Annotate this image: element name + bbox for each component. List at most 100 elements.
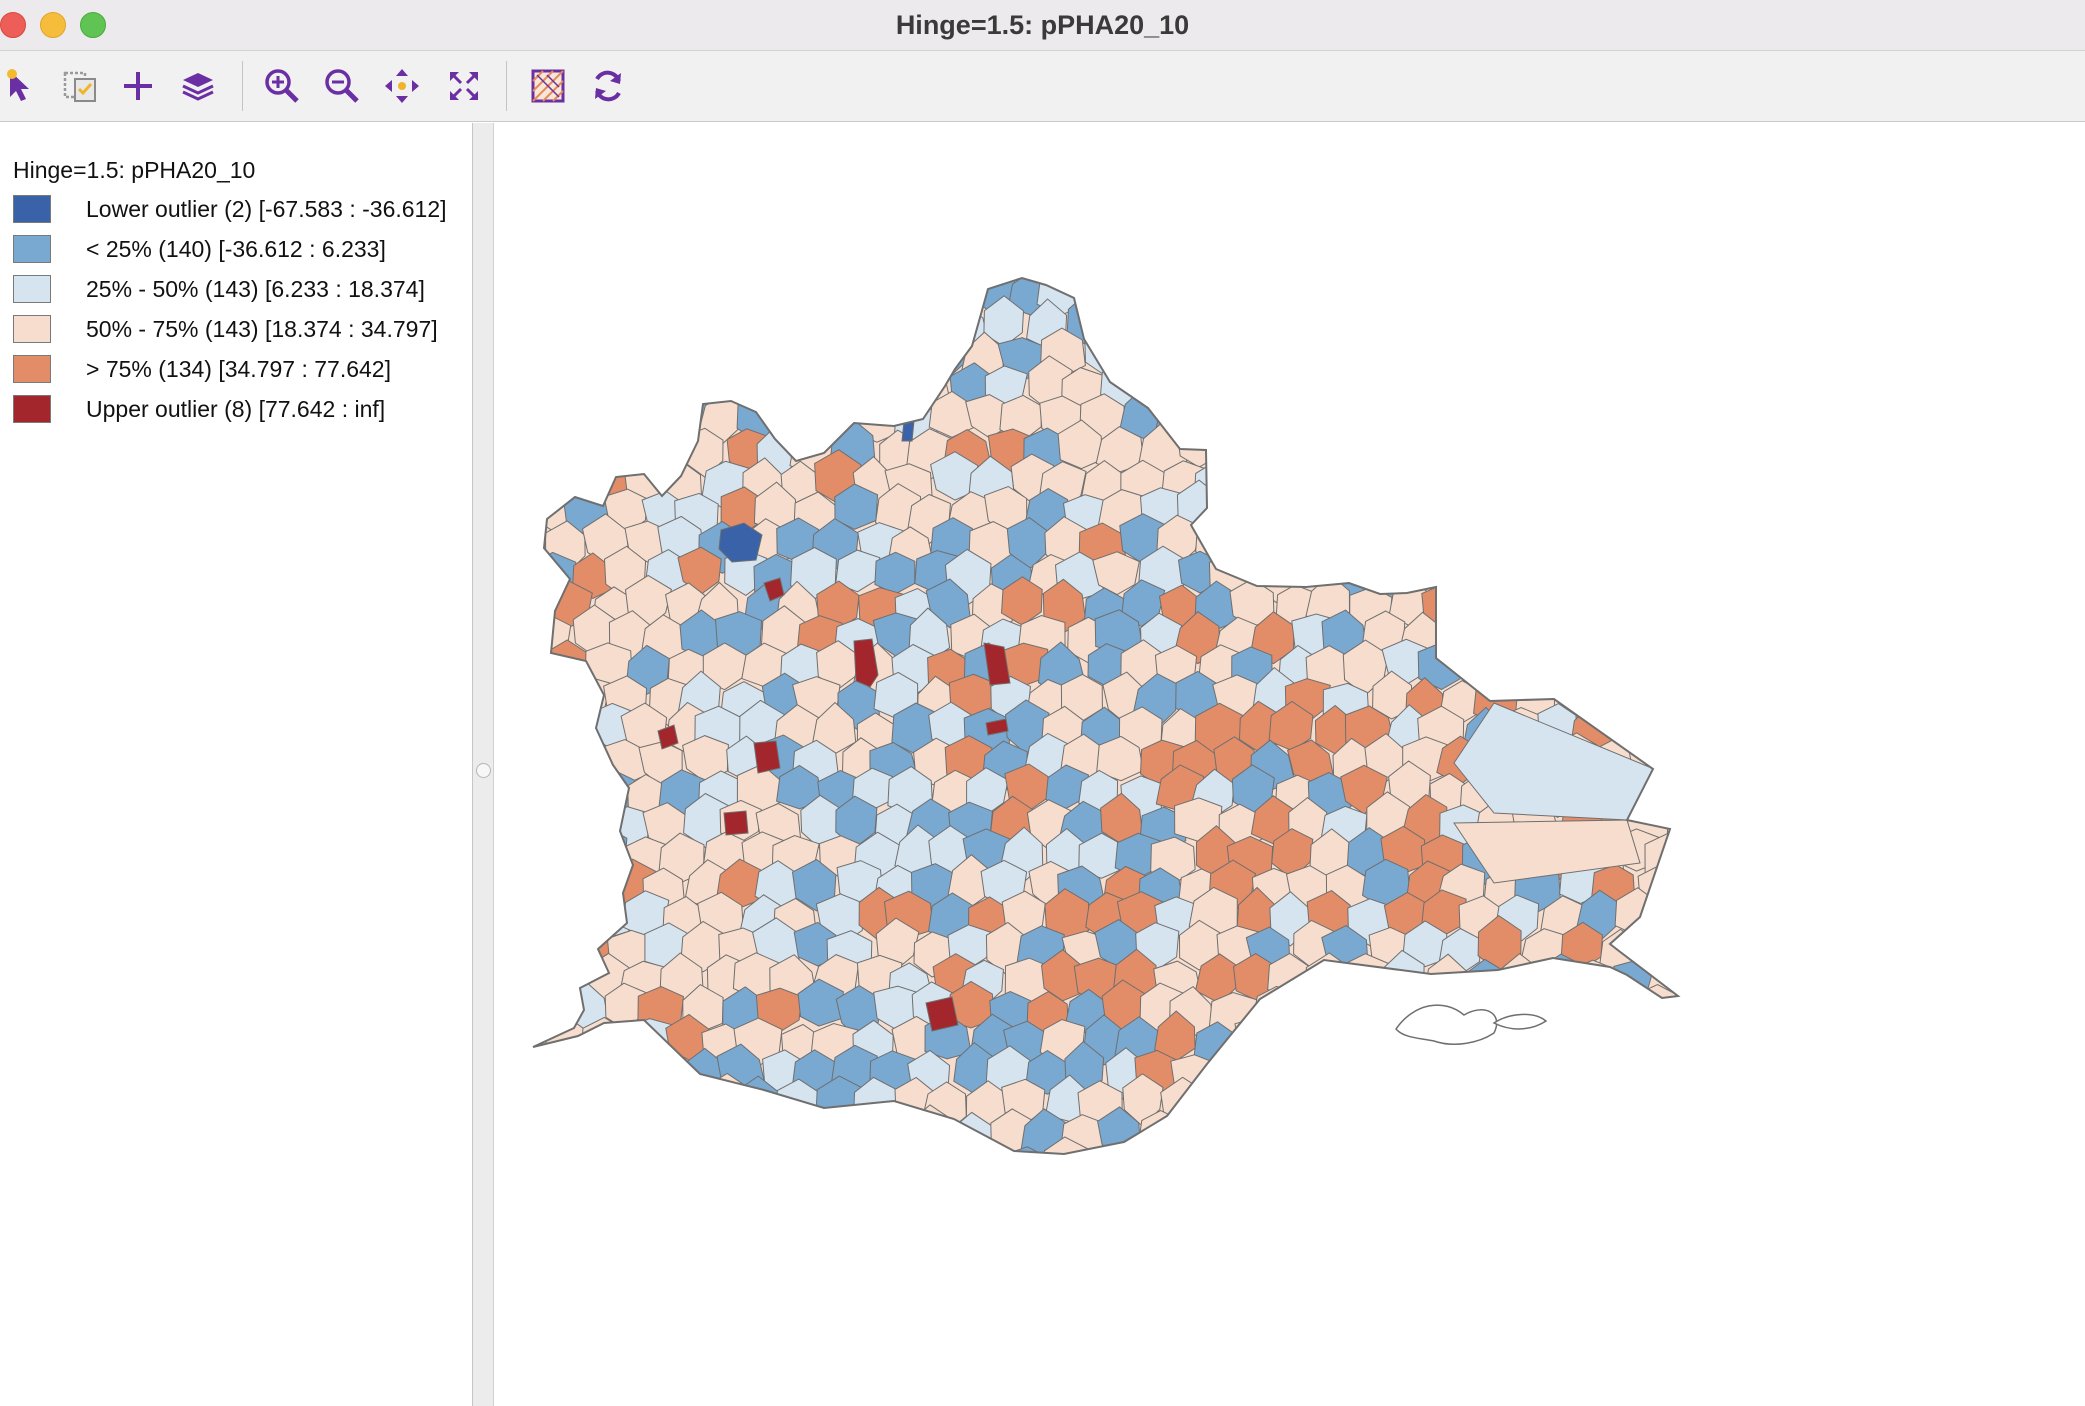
municipality-region[interactable] <box>1952 837 1996 885</box>
municipality-region[interactable] <box>1865 240 1911 291</box>
municipality-region[interactable] <box>1708 792 1751 844</box>
municipality-region[interactable] <box>2005 1111 2049 1157</box>
municipality-region[interactable] <box>725 300 767 350</box>
municipality-region[interactable] <box>1542 454 1586 512</box>
municipality-region[interactable] <box>1540 1013 1586 1065</box>
municipality-region[interactable] <box>687 1106 730 1156</box>
municipality-region[interactable] <box>494 984 542 1033</box>
municipality-region[interactable] <box>1703 743 1751 790</box>
municipality-region[interactable] <box>533 1048 576 1106</box>
selection-shape-button[interactable] <box>58 64 102 108</box>
municipality-region[interactable] <box>549 332 596 381</box>
municipality-region[interactable] <box>1215 302 1264 351</box>
municipality-region[interactable] <box>611 239 656 285</box>
municipality-region[interactable] <box>506 267 552 318</box>
municipality-region[interactable] <box>1975 357 2023 408</box>
municipality-region[interactable] <box>878 1108 924 1159</box>
municipality-region[interactable] <box>514 579 560 632</box>
municipality-region[interactable] <box>1786 307 1830 355</box>
municipality-region[interactable] <box>1845 333 1888 382</box>
municipality-region[interactable] <box>1764 331 1808 386</box>
municipality-region[interactable] <box>1959 578 2001 626</box>
municipality-region[interactable] <box>1103 308 1152 357</box>
municipality-region[interactable] <box>1951 766 1995 817</box>
municipality-region[interactable] <box>849 1140 896 1188</box>
municipality-region[interactable] <box>771 273 816 320</box>
municipality-region[interactable] <box>1877 396 1920 446</box>
municipality-region[interactable] <box>1920 1148 1965 1198</box>
municipality-region[interactable] <box>1974 428 2021 474</box>
municipality-region[interactable] <box>1744 917 1785 972</box>
municipality-region[interactable] <box>1763 525 1811 570</box>
municipality-region[interactable] <box>1858 1113 1903 1157</box>
municipality-region[interactable] <box>589 1078 633 1129</box>
municipality-region[interactable] <box>947 244 992 291</box>
municipality-region[interactable] <box>1672 1103 1711 1159</box>
municipality-region[interactable] <box>1209 1051 1253 1100</box>
municipality-region[interactable] <box>499 1048 542 1094</box>
municipality-region[interactable] <box>1534 576 1582 626</box>
municipality-region[interactable] <box>902 303 950 351</box>
municipality-region[interactable] <box>494 745 532 786</box>
municipality-region[interactable] <box>1610 1142 1655 1190</box>
legend-item-q2[interactable]: 25% - 50% (143) [6.233 : 18.374] <box>13 273 425 305</box>
legend-item-lower-outlier[interactable]: Lower outlier (2) [-67.583 : -36.612] <box>13 193 447 225</box>
municipality-region[interactable] <box>1932 926 1979 977</box>
municipality-region[interactable] <box>1742 984 1785 1032</box>
refresh-button[interactable] <box>586 64 630 108</box>
municipality-region[interactable] <box>1797 955 1842 1005</box>
municipality-region[interactable] <box>1577 1147 1621 1191</box>
municipality-region[interactable] <box>1803 892 1849 945</box>
municipality-region[interactable] <box>1428 1142 1467 1192</box>
municipality-region[interactable] <box>1305 457 1352 510</box>
municipality-region[interactable] <box>831 1114 873 1159</box>
municipality-region[interactable] <box>1883 764 1924 809</box>
municipality-region[interactable] <box>2067 1020 2085 1073</box>
municipality-region[interactable] <box>1728 642 1774 686</box>
municipality-region[interactable] <box>1766 1012 1810 1066</box>
municipality-region[interactable] <box>751 236 800 284</box>
municipality-region[interactable] <box>1123 1136 1166 1187</box>
municipality-region[interactable] <box>1877 952 1921 1002</box>
municipality-region[interactable] <box>584 1145 632 1193</box>
municipality-region[interactable] <box>739 334 787 380</box>
municipality-region[interactable] <box>2007 741 2052 786</box>
municipality-region[interactable] <box>1676 302 1719 348</box>
municipality-region[interactable] <box>660 268 706 321</box>
municipality-region[interactable] <box>573 243 619 294</box>
municipality-region[interactable] <box>1513 611 1556 663</box>
municipality-region[interactable] <box>1818 362 1863 408</box>
municipality-region[interactable] <box>817 333 863 386</box>
municipality-region[interactable] <box>1786 365 1831 416</box>
municipality-region[interactable] <box>1329 242 1377 289</box>
municipality-region[interactable] <box>1435 610 1481 665</box>
legend-item-q4[interactable]: > 75% (134) [34.797 : 77.642] <box>13 353 391 385</box>
municipality-region[interactable] <box>1480 232 1526 280</box>
municipality-region[interactable] <box>543 701 588 751</box>
municipality-region[interactable] <box>664 1147 711 1191</box>
municipality-region[interactable] <box>1491 387 1539 439</box>
municipality-region[interactable] <box>1916 892 1962 945</box>
municipality-region[interactable] <box>1883 832 1925 883</box>
municipality-region[interactable] <box>508 1009 557 1064</box>
municipality-region[interactable] <box>1746 676 1791 726</box>
municipality-region[interactable] <box>1342 953 1391 1006</box>
municipality-region[interactable] <box>563 368 608 414</box>
municipality-region[interactable] <box>1627 1102 1672 1154</box>
municipality-region[interactable] <box>1991 957 2038 1004</box>
municipality-region[interactable] <box>1496 1134 1541 1187</box>
municipality-region[interactable] <box>1825 861 1868 916</box>
municipality-region[interactable] <box>1646 394 1690 444</box>
municipality-region[interactable] <box>1707 989 1748 1033</box>
municipality-region[interactable] <box>1807 1084 1848 1132</box>
municipality-region[interactable] <box>625 330 671 382</box>
municipality-region[interactable] <box>1279 453 1320 501</box>
municipality-region[interactable] <box>646 240 693 287</box>
municipality-region[interactable] <box>1114 327 1158 384</box>
municipality-region[interactable] <box>1690 461 1736 510</box>
municipality-region[interactable] <box>1387 332 1426 389</box>
municipality-region[interactable] <box>1943 555 1986 597</box>
municipality-region[interactable] <box>1862 800 1904 846</box>
municipality-region[interactable] <box>588 390 634 441</box>
municipality-region[interactable] <box>1767 1075 1809 1123</box>
